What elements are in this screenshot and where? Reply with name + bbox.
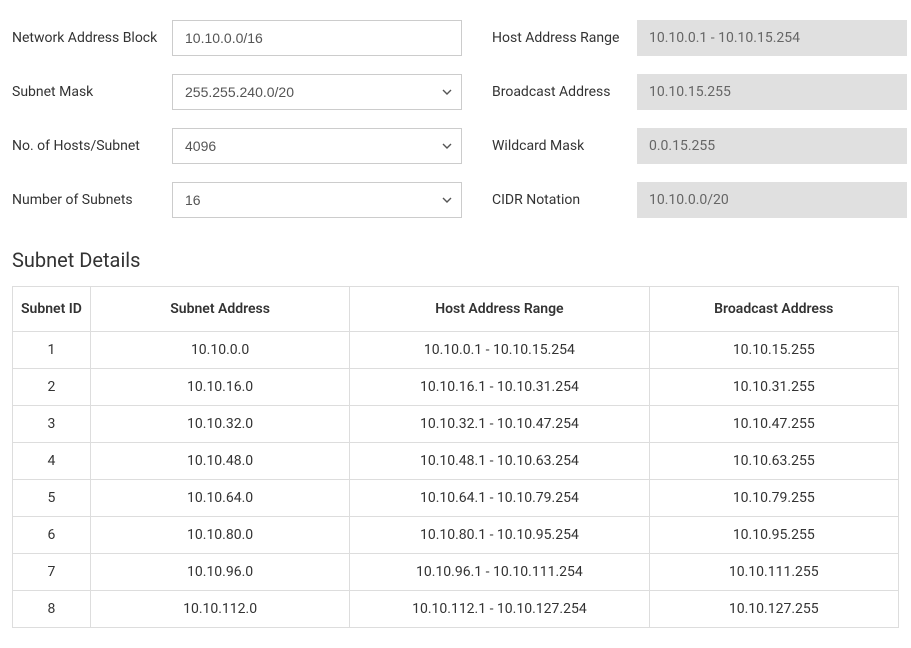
table-row: 610.10.80.010.10.80.1 - 10.10.95.25410.1… <box>13 517 899 554</box>
cell-broadcast: 10.10.111.255 <box>649 554 898 591</box>
cell-broadcast: 10.10.31.255 <box>649 369 898 406</box>
network-address-block-field <box>172 20 462 56</box>
cell-id: 4 <box>13 443 91 480</box>
cell-broadcast: 10.10.63.255 <box>649 443 898 480</box>
subnet-mask-field: 255.255.240.0/20 <box>172 74 462 110</box>
cell-broadcast: 10.10.15.255 <box>649 332 898 369</box>
subnet-details-title: Subnet Details <box>12 248 899 272</box>
cell-broadcast: 10.10.127.255 <box>649 591 898 628</box>
cidr-notation-label: CIDR Notation <box>462 191 637 209</box>
table-row: 410.10.48.010.10.48.1 - 10.10.63.25410.1… <box>13 443 899 480</box>
col-header-range: Host Address Range <box>350 287 649 332</box>
cell-address: 10.10.80.0 <box>90 517 349 554</box>
table-row: 510.10.64.010.10.64.1 - 10.10.79.25410.1… <box>13 480 899 517</box>
wildcard-mask-label: Wildcard Mask <box>462 137 637 155</box>
network-address-block-input[interactable] <box>172 20 462 56</box>
network-address-block-label: Network Address Block <box>12 29 172 47</box>
hosts-per-subnet-field: 4096 <box>172 128 462 164</box>
table-row: 810.10.112.010.10.112.1 - 10.10.127.2541… <box>13 591 899 628</box>
subnet-details-table: Subnet ID Subnet Address Host Address Ra… <box>12 286 899 628</box>
cell-broadcast: 10.10.95.255 <box>649 517 898 554</box>
cell-range: 10.10.80.1 - 10.10.95.254 <box>350 517 649 554</box>
number-of-subnets-field: 16 <box>172 182 462 218</box>
cell-range: 10.10.0.1 - 10.10.15.254 <box>350 332 649 369</box>
cell-range: 10.10.96.1 - 10.10.111.254 <box>350 554 649 591</box>
table-header-row: Subnet ID Subnet Address Host Address Ra… <box>13 287 899 332</box>
cell-range: 10.10.112.1 - 10.10.127.254 <box>350 591 649 628</box>
col-header-address: Subnet Address <box>90 287 349 332</box>
cell-range: 10.10.48.1 - 10.10.63.254 <box>350 443 649 480</box>
cell-id: 3 <box>13 406 91 443</box>
subnet-mask-select[interactable]: 255.255.240.0/20 <box>172 74 462 110</box>
cell-broadcast: 10.10.47.255 <box>649 406 898 443</box>
cell-id: 8 <box>13 591 91 628</box>
cell-address: 10.10.112.0 <box>90 591 349 628</box>
cell-range: 10.10.64.1 - 10.10.79.254 <box>350 480 649 517</box>
table-row: 210.10.16.010.10.16.1 - 10.10.31.25410.1… <box>13 369 899 406</box>
table-row: 710.10.96.010.10.96.1 - 10.10.111.25410.… <box>13 554 899 591</box>
cell-address: 10.10.32.0 <box>90 406 349 443</box>
hosts-per-subnet-select[interactable]: 4096 <box>172 128 462 164</box>
host-address-range-value: 10.10.0.1 - 10.10.15.254 <box>637 20 907 56</box>
cell-address: 10.10.16.0 <box>90 369 349 406</box>
table-row: 310.10.32.010.10.32.1 - 10.10.47.25410.1… <box>13 406 899 443</box>
host-address-range-label: Host Address Range <box>462 29 637 47</box>
table-row: 110.10.0.010.10.0.1 - 10.10.15.25410.10.… <box>13 332 899 369</box>
col-header-broadcast: Broadcast Address <box>649 287 898 332</box>
wildcard-mask-value: 0.0.15.255 <box>637 128 907 164</box>
cell-id: 5 <box>13 480 91 517</box>
cell-broadcast: 10.10.79.255 <box>649 480 898 517</box>
cell-id: 2 <box>13 369 91 406</box>
cell-address: 10.10.48.0 <box>90 443 349 480</box>
cell-range: 10.10.16.1 - 10.10.31.254 <box>350 369 649 406</box>
cidr-notation-value: 10.10.0.0/20 <box>637 182 907 218</box>
subnet-form: Network Address Block Host Address Range… <box>12 20 899 218</box>
hosts-per-subnet-label: No. of Hosts/Subnet <box>12 137 172 155</box>
cell-id: 1 <box>13 332 91 369</box>
cell-address: 10.10.96.0 <box>90 554 349 591</box>
cell-id: 7 <box>13 554 91 591</box>
cell-range: 10.10.32.1 - 10.10.47.254 <box>350 406 649 443</box>
col-header-id: Subnet ID <box>13 287 91 332</box>
cell-address: 10.10.0.0 <box>90 332 349 369</box>
number-of-subnets-select[interactable]: 16 <box>172 182 462 218</box>
subnet-mask-label: Subnet Mask <box>12 83 172 101</box>
cell-address: 10.10.64.0 <box>90 480 349 517</box>
cell-id: 6 <box>13 517 91 554</box>
broadcast-address-label: Broadcast Address <box>462 83 637 101</box>
number-of-subnets-label: Number of Subnets <box>12 191 172 209</box>
broadcast-address-value: 10.10.15.255 <box>637 74 907 110</box>
